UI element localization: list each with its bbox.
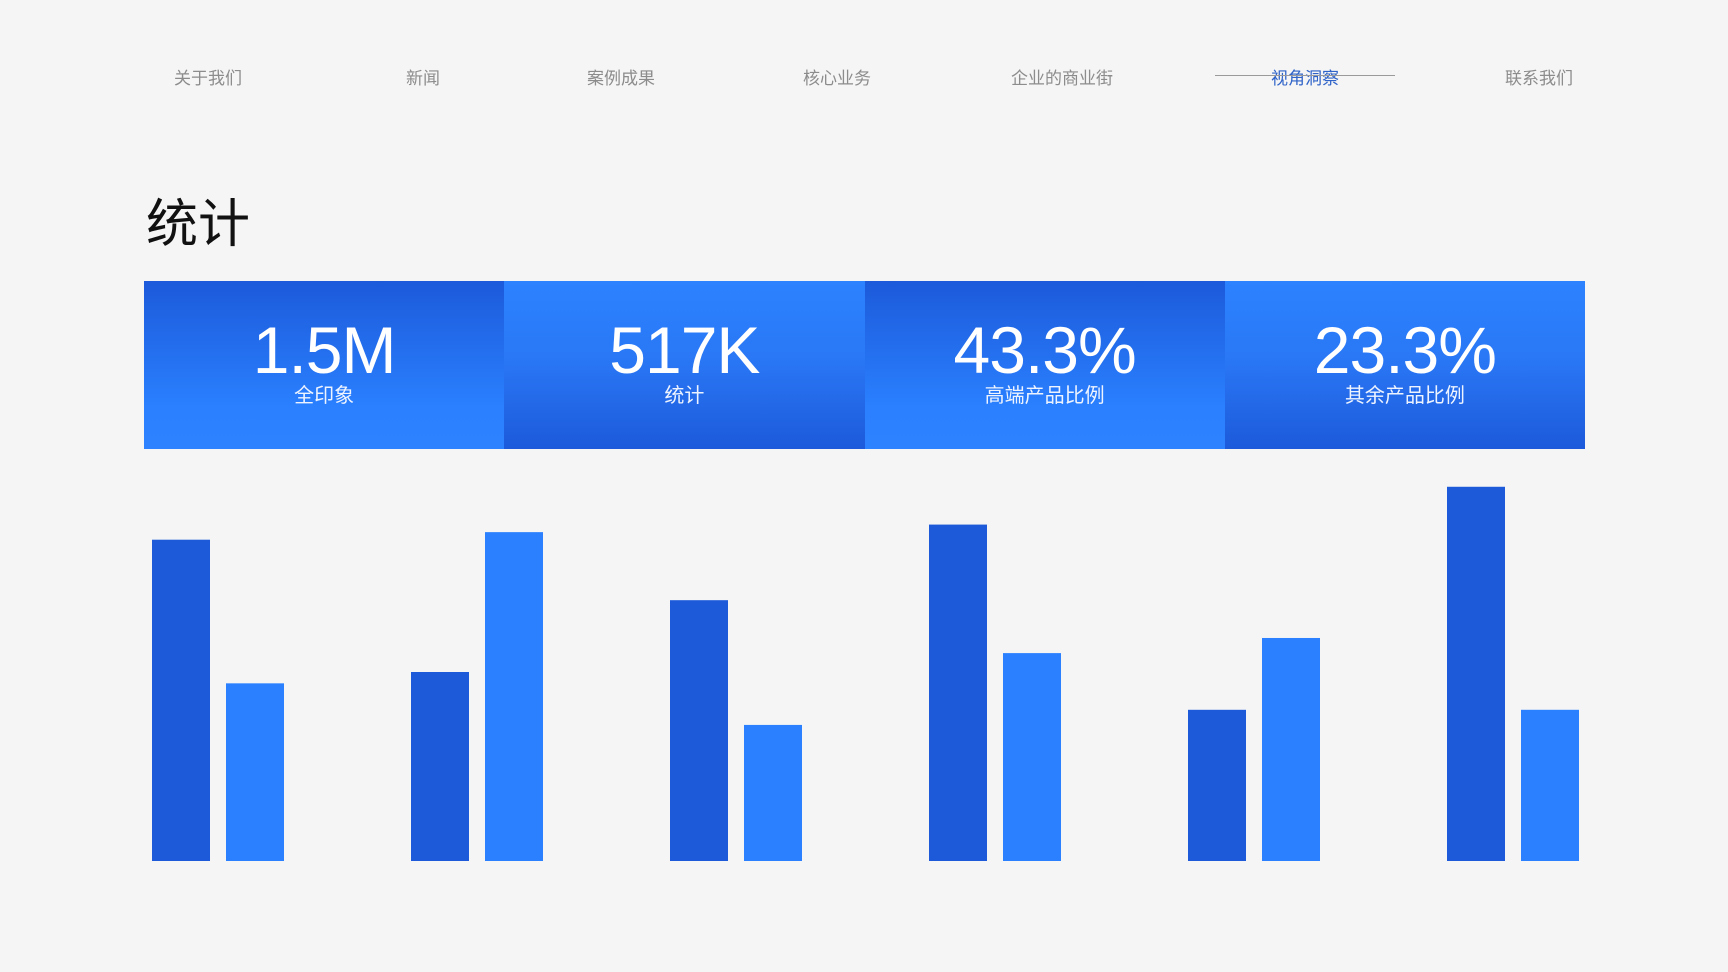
bar-group2-series2 [485,532,543,861]
bar-group3-series1 [670,600,728,861]
bar-group1-series2 [226,683,284,861]
bar-group4-series1 [929,524,987,861]
bar-group1-series1 [152,539,210,861]
bar-group6-series1 [1447,486,1505,861]
bar-group2-series1 [411,672,469,861]
bar-group3-series2 [744,724,802,861]
bar-chart [152,486,1579,861]
bar-group4-series2 [1003,653,1061,861]
bar-group5-series1 [1188,709,1246,861]
bar-group5-series2 [1262,637,1320,861]
bar-group6-series2 [1521,709,1579,861]
